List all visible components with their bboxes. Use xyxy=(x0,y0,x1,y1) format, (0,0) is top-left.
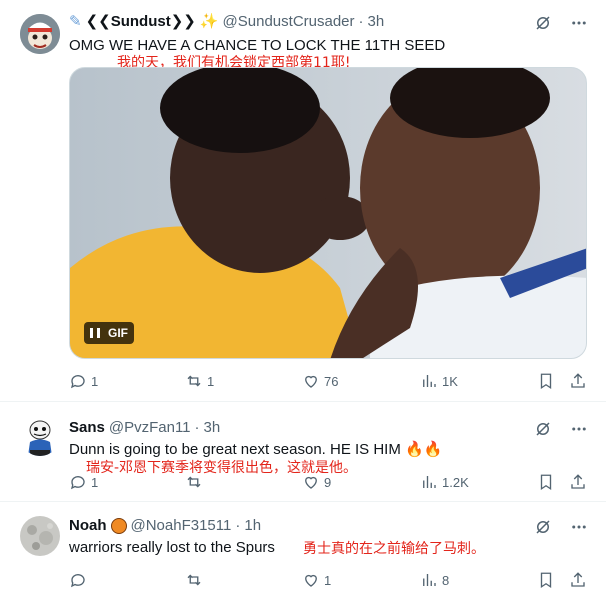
avatar[interactable] xyxy=(20,416,60,456)
views-button[interactable]: 8 xyxy=(420,570,449,590)
bookmark-button[interactable] xyxy=(537,371,555,391)
sparkle-emoji-icon: ✨ xyxy=(199,13,219,30)
reply-button[interactable] xyxy=(69,570,91,590)
user-handle[interactable]: @PvzFan11 xyxy=(109,418,191,438)
grok-icon[interactable] xyxy=(534,420,552,438)
views-icon xyxy=(423,476,436,488)
more-options-icon[interactable] xyxy=(570,518,588,536)
avatar[interactable] xyxy=(20,516,60,556)
basketball-emoji-icon xyxy=(110,518,127,534)
like-count: 9 xyxy=(324,474,332,490)
reply-count: 1 xyxy=(91,373,99,389)
more-options-icon[interactable] xyxy=(570,14,588,32)
share-icon xyxy=(571,572,585,587)
timestamp[interactable]: 3h xyxy=(204,418,221,438)
reply-button[interactable]: 1 xyxy=(69,371,98,391)
views-count: 1K xyxy=(442,373,458,389)
repost-icon xyxy=(187,574,201,586)
separator: · xyxy=(358,13,364,30)
user-handle[interactable]: @SundustCrusader xyxy=(223,12,355,32)
separator: · xyxy=(194,419,200,436)
reply-icon xyxy=(70,574,85,588)
like-button[interactable]: 9 xyxy=(302,472,331,492)
reply-icon xyxy=(70,375,85,389)
bookmark-icon xyxy=(540,474,552,491)
share-icon xyxy=(571,474,585,489)
avatar-image xyxy=(20,516,60,556)
grok-icon[interactable] xyxy=(534,518,552,536)
repost-button[interactable] xyxy=(185,570,207,590)
bookmark-button[interactable] xyxy=(537,472,555,492)
share-icon xyxy=(571,373,585,388)
heart-icon xyxy=(305,574,317,587)
views-icon xyxy=(423,375,436,387)
views-button[interactable]: 1K xyxy=(420,371,458,391)
tweet-header: ✎ ❮❮Sundust❯❯ ✨ @SundustCrusader · 3h xyxy=(69,12,384,32)
display-name[interactable]: Sans xyxy=(69,418,105,438)
share-button[interactable] xyxy=(569,570,587,590)
user-handle[interactable]: @NoahF31511 xyxy=(131,516,232,536)
share-button[interactable] xyxy=(569,472,587,492)
like-count: 1 xyxy=(324,572,332,588)
display-name[interactable]: ❮❮Sundust❯❯ xyxy=(86,12,196,32)
gif-label: GIF xyxy=(108,326,128,340)
avatar-image xyxy=(20,416,60,456)
tweet[interactable]: ✎ ❮❮Sundust❯❯ ✨ @SundustCrusader · 3h OM… xyxy=(0,0,606,402)
repost-icon xyxy=(187,476,201,488)
reply-button[interactable]: 1 xyxy=(69,472,98,492)
heart-icon xyxy=(305,375,317,388)
avatar[interactable] xyxy=(20,14,60,54)
bookmark-icon xyxy=(540,373,552,390)
repost-button[interactable]: 1 xyxy=(185,371,214,391)
share-button[interactable] xyxy=(569,371,587,391)
tweet-gif[interactable]: GIF xyxy=(69,67,587,359)
bookmark-button[interactable] xyxy=(537,570,555,590)
bookmark-icon xyxy=(540,572,552,589)
translation-text: 勇士真的在之前输给了马刺。 xyxy=(303,541,485,557)
tweet-header: Sans @PvzFan11 · 3h xyxy=(69,418,220,438)
separator: · xyxy=(235,517,241,534)
heart-icon xyxy=(305,476,317,489)
timestamp[interactable]: 1h xyxy=(244,516,261,536)
timestamp[interactable]: 3h xyxy=(368,12,385,32)
tweet-header: Noah @NoahF31511 · 1h xyxy=(69,516,261,536)
tweet-text: warriors really lost to the Spurs xyxy=(69,539,275,556)
views-icon xyxy=(423,574,436,586)
pause-icon[interactable] xyxy=(90,328,100,338)
display-name[interactable]: Noah xyxy=(69,516,107,536)
gif-badge[interactable]: GIF xyxy=(84,322,134,344)
grok-icon[interactable] xyxy=(534,14,552,32)
reply-count: 1 xyxy=(91,474,99,490)
views-count: 1.2K xyxy=(442,474,469,490)
avatar-image xyxy=(20,14,60,54)
like-button[interactable]: 1 xyxy=(302,570,331,590)
gif-frame xyxy=(70,68,586,358)
like-button[interactable]: 76 xyxy=(302,371,338,391)
repost-button[interactable] xyxy=(185,472,207,492)
pencil-emoji-icon: ✎ xyxy=(69,13,82,30)
like-count: 76 xyxy=(324,373,339,389)
tweet[interactable]: Noah @NoahF31511 · 1h warriors really lo… xyxy=(0,502,606,606)
views-count: 8 xyxy=(442,572,450,588)
repost-count: 1 xyxy=(207,373,215,389)
views-button[interactable]: 1.2K xyxy=(420,472,469,492)
reply-icon xyxy=(70,476,85,490)
more-options-icon[interactable] xyxy=(570,420,588,438)
repost-icon xyxy=(187,375,201,387)
tweet[interactable]: Sans @PvzFan11 · 3h Dunn is going to be … xyxy=(0,402,606,502)
